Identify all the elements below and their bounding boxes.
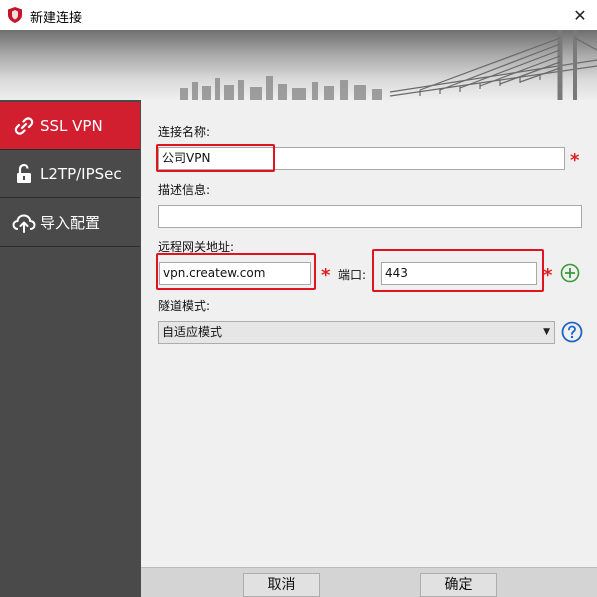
sidebar: SSL VPN L2TP/IPSec 导入配置 (0, 100, 141, 597)
remote-gateway-label: 远程网关地址: (158, 240, 235, 254)
sidebar-item-ssl-vpn[interactable]: SSL VPN (0, 102, 140, 150)
description-label: 描述信息: (158, 183, 211, 197)
title-bar: 新建连接 ✕ (0, 0, 597, 30)
tunnel-mode-value: 自适应模式 (162, 325, 223, 339)
sidebar-item-l2tp-ipsec[interactable]: L2TP/IPSec (0, 150, 140, 198)
required-mark: * (543, 265, 553, 286)
port-field[interactable]: 443 (381, 262, 537, 285)
ok-button[interactable]: 确定 (420, 573, 497, 597)
close-button[interactable]: ✕ (563, 0, 597, 30)
sidebar-item-label: 导入配置 (40, 214, 101, 232)
shield-icon (8, 7, 22, 23)
port-label: 端口: (338, 268, 367, 282)
sidebar-item-label: L2TP/IPSec (40, 164, 122, 183)
tunnel-mode-label: 隧道模式: (158, 299, 211, 313)
bridge-skyline-image (180, 30, 597, 100)
unlock-icon (12, 162, 36, 186)
add-gateway-button[interactable] (560, 263, 580, 283)
cancel-button[interactable]: 取消 (243, 573, 320, 597)
close-icon: ✕ (573, 5, 587, 25)
sidebar-item-import-config[interactable]: 导入配置 (0, 199, 140, 247)
link-icon (12, 114, 36, 138)
required-mark: * (570, 150, 580, 171)
description-field[interactable] (158, 205, 582, 228)
sidebar-item-label: SSL VPN (40, 116, 103, 135)
required-mark: * (321, 265, 331, 286)
connection-name-label: 连接名称: (158, 125, 211, 139)
remote-gateway-field[interactable]: vpn.createw.com (159, 262, 311, 285)
header-banner (0, 30, 597, 100)
plus-circle-icon (560, 263, 580, 283)
connection-name-field[interactable]: 公司VPN (158, 147, 565, 170)
dropdown-arrow-icon: ▼ (543, 327, 550, 337)
connection-form: 连接名称: 公司VPN * 描述信息: 远程网关地址: vpn.createw.… (141, 100, 597, 567)
help-button[interactable] (561, 321, 583, 343)
footer-bar: 取消 确定 (141, 567, 597, 597)
help-icon (561, 321, 583, 343)
window-title: 新建连接 (30, 11, 83, 26)
tunnel-mode-select[interactable]: 自适应模式 ▼ (158, 321, 555, 344)
cloud-upload-icon (12, 211, 36, 235)
